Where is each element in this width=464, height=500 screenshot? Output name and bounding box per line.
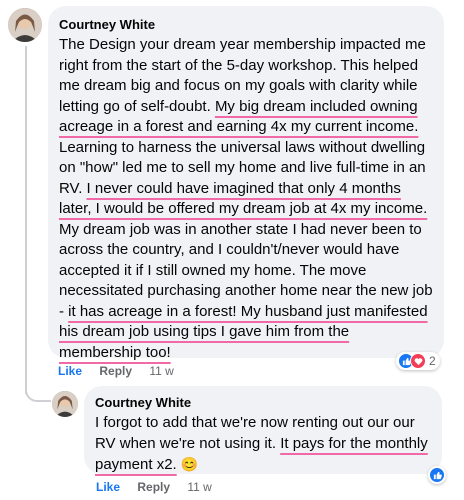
reply-reply-button[interactable]: Reply (137, 480, 170, 494)
avatar-image (8, 8, 42, 42)
highlighted-text: I never could have imagined that only 4 … (59, 179, 428, 218)
reply-button[interactable]: Reply (99, 364, 132, 378)
reply-text: I forgot to add that we're now renting o… (95, 413, 431, 476)
thread-connector (25, 46, 53, 394)
comment-actions: Like Reply 11 w (58, 364, 188, 378)
highlighted-text: it has acreage in a forest! My husband j… (59, 302, 428, 361)
comment-timestamp[interactable]: 11 w (149, 364, 173, 378)
like-button[interactable]: Like (58, 364, 82, 378)
comment-author[interactable]: Courtney White (59, 16, 433, 33)
smile-emoji: 😊 (180, 456, 199, 472)
reply-avatar[interactable] (52, 391, 78, 417)
reactions-summary[interactable]: 2 (396, 352, 440, 370)
comment-bubble: Courtney White The Design your dream yea… (48, 6, 444, 361)
reply-bubble: Courtney White I forgot to add that we'r… (84, 386, 442, 474)
reply-avatar-image (52, 391, 78, 417)
comment-text: The Design your dream year membership im… (59, 35, 433, 363)
reply-actions: Like Reply 11 w (96, 480, 226, 494)
like-reaction-icon (429, 467, 445, 483)
reply-author[interactable]: Courtney White (95, 394, 431, 411)
reply-connector (25, 380, 51, 402)
reply-like-button[interactable]: Like (96, 480, 120, 494)
love-reaction-icon (410, 353, 426, 369)
reply-timestamp[interactable]: 11 w (187, 480, 211, 494)
avatar[interactable] (8, 8, 42, 42)
reaction-count: 2 (429, 354, 436, 368)
reply-reactions-summary[interactable] (428, 466, 446, 484)
